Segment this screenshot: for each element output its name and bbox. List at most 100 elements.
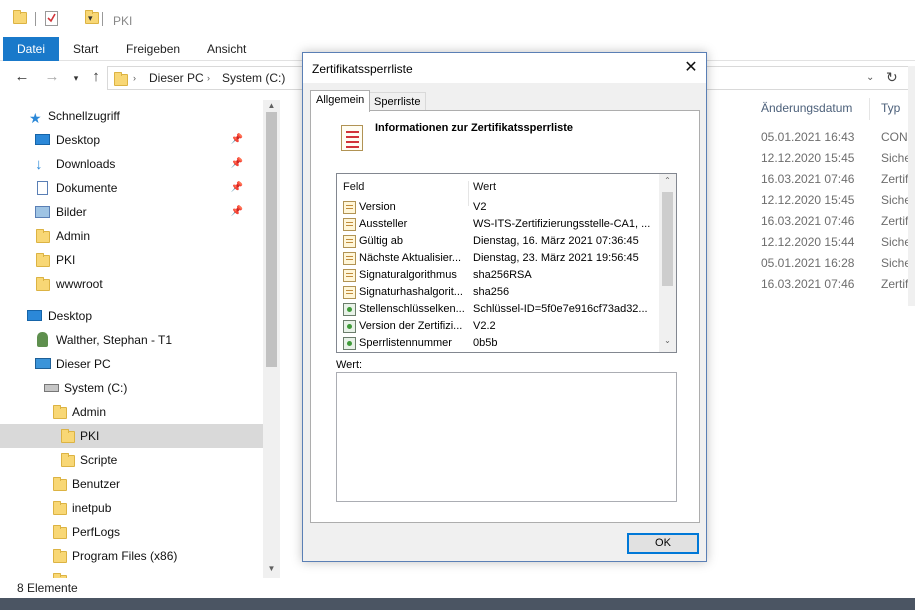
nav-item-label: inetpub [72,501,112,515]
column-header-field[interactable]: Feld [343,181,364,193]
folder-icon [36,229,50,243]
nav-item-wwwroot[interactable]: wwwroot [0,272,263,296]
scrollbar-thumb[interactable] [662,192,673,286]
list-row[interactable]: Nächste Aktualisier... Dienstag, 23. Mär… [337,250,659,267]
certificate-field-icon [343,218,356,231]
dropdown-chevron-icon[interactable]: ⌄ [866,72,874,83]
breadcrumb-chevron-icon[interactable]: › [133,73,136,83]
up-arrow-icon[interactable]: ↑ [86,68,106,85]
list-row[interactable]: Version V2 [337,199,659,216]
list-row[interactable]: Gültig ab Dienstag, 16. März 2021 07:36:… [337,233,659,250]
crl-details-list[interactable]: Feld Wert Version V2 Aussteller WS-ITS-Z… [336,173,677,353]
list-scrollbar[interactable]: ⌃ ⌄ [659,174,676,352]
folder-icon [36,277,50,291]
nav-item-program-files-x86[interactable]: Program Files (x86) [0,544,263,568]
refresh-icon[interactable]: ↻ [886,69,898,86]
nav-item-pki[interactable]: PKI [0,424,263,448]
scroll-down-icon[interactable]: ⌄ [659,336,676,345]
drive-icon [44,384,59,392]
tab-allgemein[interactable]: Allgemein [310,90,371,112]
nav-item-admin[interactable]: Admin [0,400,263,424]
nav-item-scripte[interactable]: Scripte [0,448,263,472]
breadcrumb-dieser-pc[interactable]: Dieser PC [149,71,204,85]
file-date[interactable]: 12.12.2020 15:45 [761,148,854,169]
nav-item-schnellzugriff[interactable]: ★ Schnellzugriff [0,104,263,128]
scroll-up-icon[interactable]: ▲ [263,101,280,110]
tab-sperrliste[interactable]: Sperrliste [368,92,427,112]
tab-datei[interactable]: Datei [3,37,59,61]
forward-arrow-icon[interactable]: → [42,68,62,85]
properties-icon[interactable] [45,11,58,26]
nav-item-label: System (C:) [64,381,128,395]
list-row[interactable]: Stellenschlüsselken... Schlüssel-ID=5f0e… [337,301,659,318]
scroll-up-icon[interactable]: ⌃ [659,176,676,185]
value-label: Wert: [336,359,363,371]
recent-locations-chevron-icon[interactable]: ▾ [66,73,86,84]
tab-freigeben[interactable]: Freigeben [112,37,194,61]
list-row[interactable]: Signaturalgorithmus sha256RSA [337,267,659,284]
breadcrumb-chevron-icon[interactable]: › [207,73,210,83]
pin-icon[interactable]: 📌 [231,200,243,224]
field-value: sha256RSA [473,269,532,281]
nav-item-desktop[interactable]: Desktop [0,304,263,328]
file-date[interactable]: 05.01.2021 16:43 [761,127,854,148]
folder-icon [36,253,50,267]
field-name: Signaturhashalgorit... [359,286,463,298]
customize-quick-access-icon[interactable]: ▾ [88,13,93,24]
scroll-down-icon[interactable]: ▼ [263,564,280,573]
nav-item-bilder[interactable]: Bilder 📌 [0,200,263,224]
nav-item-dieser-pc[interactable]: Dieser PC [0,352,263,376]
nav-item-user[interactable]: Walther, Stephan - T1 [0,328,263,352]
ok-button[interactable]: OK [627,533,699,554]
file-date[interactable]: 16.03.2021 07:46 [761,211,854,232]
navigation-pane-scrollbar[interactable]: ▲ ▼ [263,100,280,578]
tab-ansicht[interactable]: Ansicht [193,37,260,61]
desktop-icon [35,134,50,145]
column-header-value[interactable]: Wert [473,181,496,193]
list-row[interactable]: Signaturhashalgorit... sha256 [337,284,659,301]
column-header-date[interactable]: Änderungsdatum [761,101,852,115]
tab-start[interactable]: Start [59,37,112,61]
field-name: Stellenschlüsselken... [359,303,465,315]
column-divider[interactable] [869,98,870,120]
field-value: Dienstag, 16. März 2021 07:36:45 [473,235,639,247]
pin-icon[interactable]: 📌 [231,176,243,200]
certificate-list-icon [341,125,363,151]
nav-item-downloads[interactable]: ↓ Downloads 📌 [0,152,263,176]
file-date[interactable]: 12.12.2020 15:45 [761,190,854,211]
pin-icon[interactable]: 📌 [231,128,243,152]
close-icon[interactable]: ✕ [681,58,701,78]
field-value: sha256 [473,286,510,298]
nav-item-dokumente[interactable]: Dokumente 📌 [0,176,263,200]
back-arrow-icon[interactable]: ← [12,68,32,85]
list-row[interactable]: Version der Zertifizi... V2.2 [337,318,659,335]
nav-item-system-c[interactable]: System (C:) [0,376,263,400]
list-row[interactable]: Sperrlistennummer 0b5b [337,335,659,352]
column-header-type[interactable]: Typ [881,101,900,115]
download-icon: ↓ [35,156,43,173]
scrollbar-thumb[interactable] [266,112,277,367]
file-date[interactable]: 05.01.2021 16:28 [761,253,854,274]
breadcrumb-system-c[interactable]: System (C:) [222,71,285,85]
file-date[interactable]: 16.03.2021 07:46 [761,169,854,190]
nav-item-label: Benutzer [72,477,121,491]
folder-icon [61,453,75,467]
file-date[interactable]: 12.12.2020 15:44 [761,232,854,253]
field-name: Version der Zertifizi... [359,320,463,332]
list-row[interactable]: Aussteller WS-ITS-Zertifizierungsstelle-… [337,216,659,233]
nav-item-desktop-quick[interactable]: Desktop 📌 [0,128,263,152]
value-textbox[interactable] [336,372,677,502]
nav-item-pki-quick[interactable]: PKI [0,248,263,272]
nav-item-benutzer[interactable]: Benutzer [0,472,263,496]
pin-icon[interactable]: 📌 [231,152,243,176]
file-list-scrollbar[interactable] [908,66,915,306]
file-date[interactable]: 16.03.2021 07:46 [761,274,854,295]
nav-item-perflogs[interactable]: PerfLogs [0,520,263,544]
field-name: Sperrlistennummer [359,337,452,349]
nav-item-label: PKI [80,429,100,443]
folder-icon [53,405,67,419]
nav-item-admin-quick[interactable]: Admin [0,224,263,248]
field-value: 0b5b [473,337,498,349]
folder-icon [53,549,67,563]
nav-item-inetpub[interactable]: inetpub [0,496,263,520]
